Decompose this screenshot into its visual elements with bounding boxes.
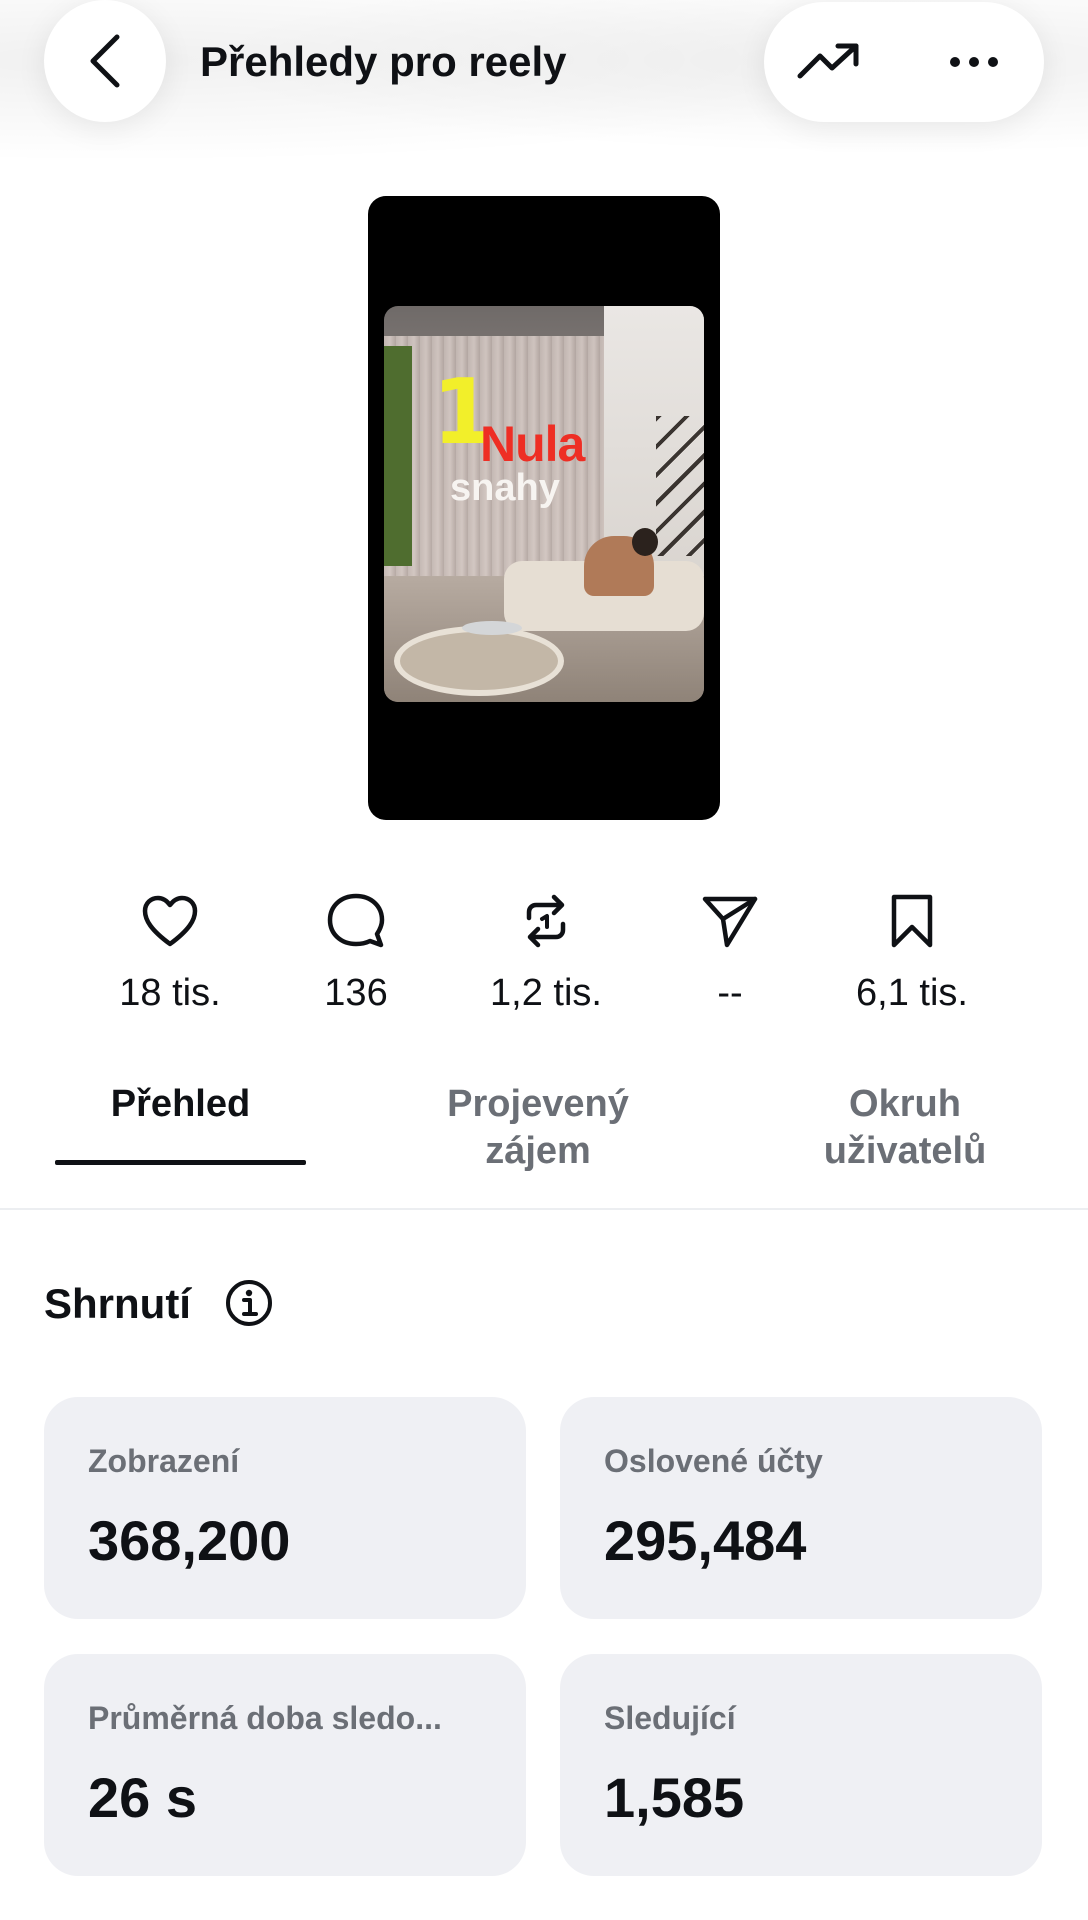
likes-count: 18 tis. bbox=[119, 972, 221, 1014]
metric-value: 1,585 bbox=[604, 1766, 745, 1829]
scene-plants bbox=[384, 346, 412, 566]
scene-person-head bbox=[632, 528, 658, 556]
metric-value: 368,200 bbox=[88, 1509, 291, 1572]
comments-stat[interactable]: 136 bbox=[266, 890, 446, 1020]
reposts-count: 1,2 tis. bbox=[490, 972, 602, 1014]
tabs-divider bbox=[0, 1208, 1088, 1210]
saves-stat[interactable]: 6,1 tis. bbox=[822, 890, 1002, 1020]
summary-info-button[interactable] bbox=[224, 1278, 274, 1328]
repost-icon bbox=[526, 894, 566, 948]
tab-audience[interactable]: Okruh uživatelů bbox=[770, 1081, 1040, 1175]
more-options-button[interactable] bbox=[934, 32, 1014, 92]
reel-thumbnail[interactable]: 1 Nula snahy bbox=[368, 196, 720, 820]
tab-overview-label: Přehled bbox=[110, 1083, 251, 1125]
metric-card-avg-watch-time[interactable]: Průměrná doba sledo... 26 s bbox=[44, 1654, 526, 1876]
reposts-stat[interactable]: 1,2 tis. bbox=[456, 890, 636, 1020]
reel-insights-screen: Přehledy pro reely 1 Nula snahy 18 tis. … bbox=[0, 0, 1088, 1920]
saves-count: 6,1 tis. bbox=[856, 972, 968, 1014]
tab-engagement[interactable]: Projevený zájem bbox=[400, 1081, 676, 1175]
more-horizontal-icon bbox=[950, 57, 998, 67]
scene-rug bbox=[394, 626, 564, 696]
active-tab-indicator bbox=[55, 1160, 306, 1165]
metric-value: 26 s bbox=[88, 1766, 197, 1829]
metric-label: Průměrná doba sledo... bbox=[88, 1700, 442, 1736]
tab-audience-label-line1: Okruh bbox=[849, 1083, 961, 1125]
metric-label: Sledující bbox=[604, 1700, 736, 1736]
metric-card-accounts-reached[interactable]: Oslovené účty 295,484 bbox=[560, 1397, 1042, 1619]
info-icon bbox=[226, 1280, 272, 1326]
metric-value: 295,484 bbox=[604, 1509, 807, 1572]
metric-card-views[interactable]: Zobrazení 368,200 bbox=[44, 1397, 526, 1619]
comment-icon bbox=[327, 893, 385, 948]
chevron-left-icon bbox=[90, 34, 120, 88]
scene-stairs bbox=[656, 416, 704, 556]
metric-label: Zobrazení bbox=[88, 1443, 240, 1479]
back-button[interactable] bbox=[44, 0, 166, 122]
metric-label: Oslovené účty bbox=[604, 1443, 823, 1479]
tab-engagement-label-line1: Projevený bbox=[447, 1083, 629, 1125]
trending-button[interactable] bbox=[794, 32, 864, 92]
shares-stat[interactable]: -- bbox=[640, 890, 820, 1020]
tab-audience-label-line2: uživatelů bbox=[823, 1130, 987, 1172]
header-actions bbox=[764, 2, 1044, 122]
metric-card-followers[interactable]: Sledující 1,585 bbox=[560, 1654, 1042, 1876]
tab-engagement-label-line2: zájem bbox=[485, 1130, 591, 1172]
comments-count: 136 bbox=[324, 972, 388, 1014]
overlay-subtitle: snahy bbox=[450, 467, 560, 509]
overlay-word: Nula bbox=[480, 416, 585, 472]
heart-icon bbox=[142, 895, 198, 947]
scene-table bbox=[462, 621, 522, 635]
likes-stat[interactable]: 18 tis. bbox=[80, 890, 260, 1020]
trending-up-icon bbox=[797, 43, 859, 79]
shares-count: -- bbox=[717, 972, 743, 1014]
bookmark-icon bbox=[891, 894, 933, 948]
summary-heading: Shrnutí bbox=[44, 1280, 191, 1327]
tab-overview[interactable]: Přehled bbox=[55, 1081, 306, 1128]
page-title: Přehledy pro reely bbox=[200, 38, 567, 85]
reel-preview-image: 1 Nula snahy bbox=[384, 306, 704, 702]
send-icon bbox=[702, 896, 758, 948]
